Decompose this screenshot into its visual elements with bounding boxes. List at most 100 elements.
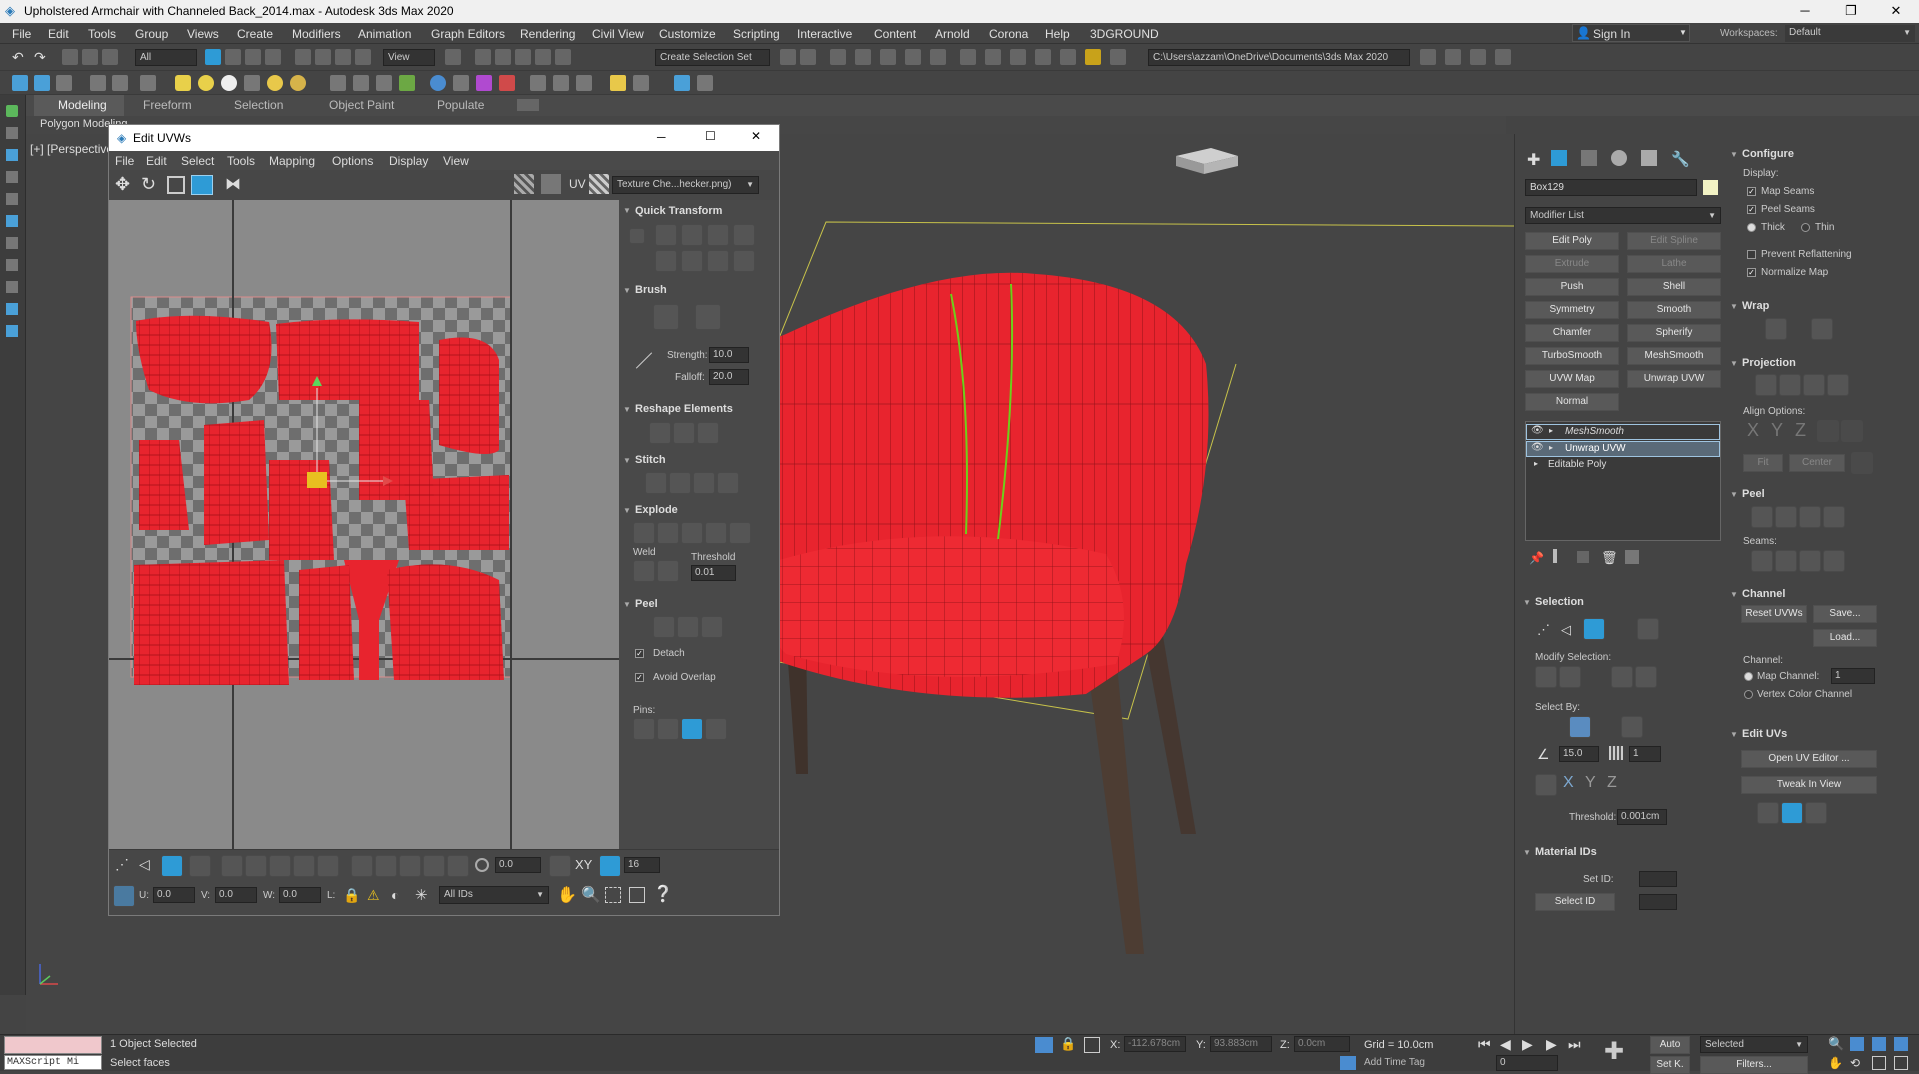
uvw-maximize-button[interactable]: ☐	[705, 129, 716, 143]
ring-icon[interactable]	[293, 855, 315, 877]
select-id-button[interactable]: Select ID	[1535, 893, 1615, 911]
uvw-menu-file[interactable]: File	[115, 154, 134, 168]
layer-explorer-icon[interactable]	[830, 49, 846, 65]
stack-item-meshsmooth[interactable]: 👁 ▸ MeshSmooth	[1526, 424, 1720, 440]
stitch-average-icon[interactable]	[669, 472, 691, 494]
seams-expand-icon[interactable]	[1823, 550, 1845, 572]
menu-content[interactable]: Content	[874, 27, 916, 41]
warning-icon[interactable]: ⚠	[367, 887, 380, 904]
angle-snap-icon[interactable]	[515, 49, 531, 65]
spinner-snap-icon[interactable]	[555, 49, 571, 65]
edit-spline-button[interactable]: Edit Spline	[1627, 232, 1721, 250]
menu-arnold[interactable]: Arnold	[935, 27, 970, 41]
percent-snap-icon[interactable]	[535, 49, 551, 65]
layers-icon[interactable]	[34, 75, 50, 91]
x-coord-field[interactable]: -112.678cm	[1124, 1036, 1186, 1052]
peel-seams-checkbox[interactable]: ✓	[1747, 205, 1756, 214]
zoom-region-icon[interactable]	[605, 887, 621, 903]
material-ids-header[interactable]: Material IDs	[1535, 846, 1597, 858]
stitch-source-icon[interactable]	[645, 472, 667, 494]
menu-corona[interactable]: Corona	[989, 27, 1028, 41]
selection-set-dropdown[interactable]: Create Selection Set	[655, 49, 770, 66]
goto-end-icon[interactable]: ⏭	[1568, 1036, 1581, 1053]
pivot-icon[interactable]	[445, 49, 461, 65]
loop-icon[interactable]	[269, 855, 291, 877]
next-frame-icon[interactable]: ▶	[1546, 1036, 1557, 1053]
viewcube-icon[interactable]	[1176, 146, 1240, 180]
paint-grow-icon[interactable]	[423, 855, 445, 877]
rotate-ccw-icon[interactable]	[707, 250, 729, 272]
extrude-button[interactable]: Extrude	[1525, 255, 1619, 273]
freeform-icon[interactable]	[191, 175, 213, 195]
center-button[interactable]: Center	[1789, 454, 1845, 472]
v-spinner[interactable]: 0.0	[215, 887, 257, 903]
add-time-tag[interactable]: Add Time Tag	[1364, 1057, 1425, 1068]
align-x-button[interactable]: X	[1747, 420, 1759, 441]
zoom-all-icon[interactable]	[1850, 1037, 1864, 1051]
map-channel-spinner[interactable]: 1	[1831, 668, 1875, 684]
uvw-menu-tools[interactable]: Tools	[227, 154, 255, 168]
select-by-element-icon[interactable]	[1569, 716, 1591, 738]
sphere-prim-icon[interactable]	[221, 75, 237, 91]
detach-edge-icon[interactable]	[657, 522, 679, 544]
display-tab-icon[interactable]	[1641, 150, 1657, 166]
workspace-dropdown[interactable]: Default ▼	[1785, 25, 1915, 42]
object-color-swatch[interactable]	[1703, 180, 1718, 195]
snap-toggle-icon[interactable]	[495, 49, 511, 65]
weld-selected-icon[interactable]	[657, 560, 679, 582]
expand-icon[interactable]: ▸	[1534, 459, 1538, 468]
normalize-map-checkbox[interactable]: ✓	[1747, 268, 1756, 277]
select-object-icon[interactable]	[205, 49, 221, 65]
point-to-point-seams-icon[interactable]	[1775, 550, 1797, 572]
thick-radio[interactable]	[1747, 223, 1756, 232]
freeze-icon[interactable]: ✳	[415, 886, 428, 904]
menu-create[interactable]: Create	[237, 27, 273, 41]
refresh-icon[interactable]	[576, 75, 592, 91]
ribbon-options-icon[interactable]	[517, 99, 539, 111]
menu-interactive[interactable]: Interactive	[797, 27, 852, 41]
polygon-angle-icon[interactable]: ∠	[1537, 746, 1550, 763]
edit-uvs-header[interactable]: Edit UVs	[1742, 728, 1787, 740]
render-setup-icon[interactable]	[960, 49, 976, 65]
material-editor-icon[interactable]	[930, 49, 946, 65]
best-align-icon[interactable]	[1817, 420, 1839, 442]
key-filter-dropdown[interactable]: Selected ▼	[1700, 1036, 1808, 1053]
shrink-select-icon[interactable]	[245, 855, 267, 877]
detach-checkbox[interactable]: ✓	[635, 649, 644, 658]
curve-icon[interactable]	[549, 855, 571, 877]
vertex-mode-icon[interactable]: ⋰	[115, 856, 129, 873]
sign-in-dropdown[interactable]: 👤 Sign In ▼	[1572, 24, 1690, 42]
set-key-icon[interactable]: ✚	[1604, 1037, 1624, 1066]
redo-icon[interactable]: ↷	[34, 49, 50, 65]
quick-peel-icon[interactable]	[1751, 506, 1773, 528]
auto-pin-icon[interactable]	[681, 718, 703, 740]
rect-selection-icon[interactable]	[245, 49, 261, 65]
shape-list-icon[interactable]	[6, 259, 18, 271]
quick-peel-icon[interactable]	[653, 616, 675, 638]
tab-object-paint[interactable]: Object Paint	[329, 98, 394, 112]
helpers-list-icon[interactable]	[6, 281, 18, 293]
reset-uvws-button[interactable]: Reset UVWs	[1741, 605, 1807, 623]
relax-settings-icon[interactable]	[697, 422, 719, 444]
space-icon[interactable]	[733, 224, 755, 246]
collapse-icon[interactable]: ▼	[1730, 302, 1738, 311]
unpin-icon[interactable]	[657, 718, 679, 740]
mirror-icon[interactable]	[780, 49, 796, 65]
tab-modeling[interactable]: Modeling	[34, 95, 124, 116]
menu-customize[interactable]: Customize	[659, 27, 716, 41]
menu-rendering[interactable]: Rendering	[520, 27, 575, 41]
stitch-header[interactable]: Stitch	[635, 454, 666, 466]
tab-populate[interactable]: Populate	[437, 98, 484, 112]
brush-header[interactable]: Brush	[635, 284, 667, 296]
corona-render-icon[interactable]	[1085, 49, 1101, 65]
turbosmooth-button[interactable]: TurboSmooth	[1525, 347, 1619, 365]
menu-file[interactable]: File	[12, 27, 31, 41]
falloff-curve-icon[interactable]	[635, 352, 653, 369]
tweak-in-view-button[interactable]: Tweak In View	[1741, 776, 1877, 794]
spline-map-icon[interactable]	[1765, 318, 1787, 340]
pin-peel-icon[interactable]	[1823, 506, 1845, 528]
schematic-view-icon[interactable]	[905, 49, 921, 65]
corona-tools-icon[interactable]	[1110, 49, 1126, 65]
pan-view-icon[interactable]: ✋	[1828, 1056, 1843, 1070]
tab-freeform[interactable]: Freeform	[143, 98, 192, 112]
